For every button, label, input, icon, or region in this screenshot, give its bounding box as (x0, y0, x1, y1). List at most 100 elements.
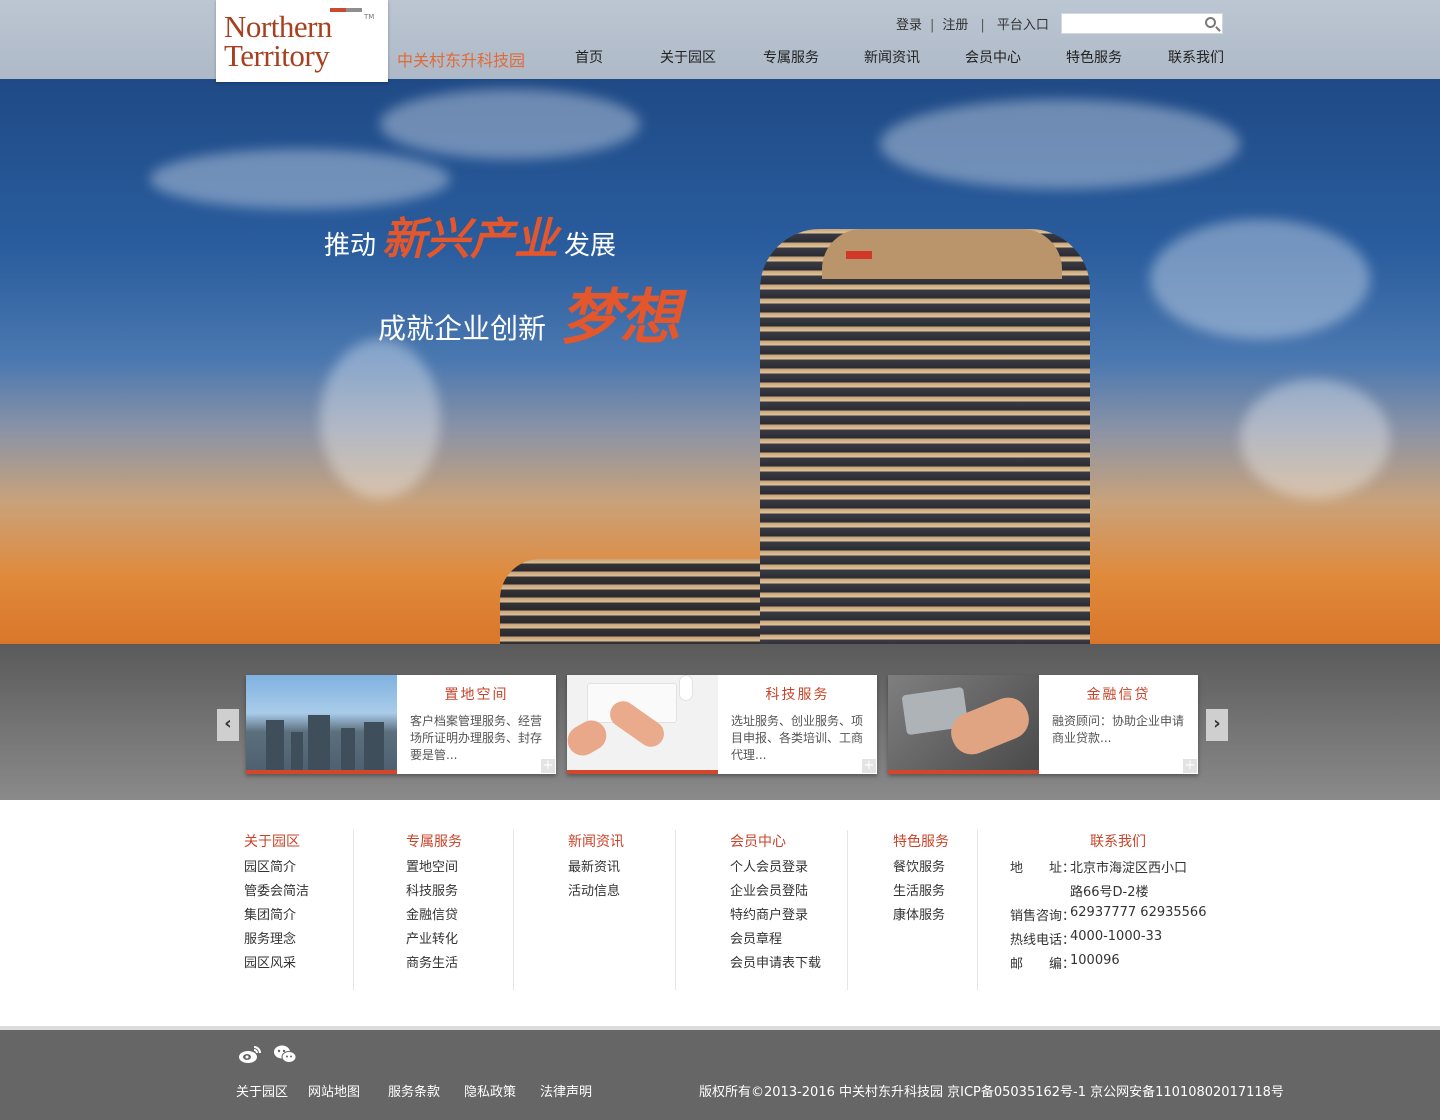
zip-label: 邮 编： (1010, 957, 1076, 972)
login-link[interactable]: 登录 (896, 14, 922, 33)
search-icon[interactable] (1205, 17, 1216, 28)
slogan-highlight: 梦想 (560, 283, 681, 353)
site-name: 中关村东升科技园 (397, 51, 526, 70)
footer-link[interactable]: 商务生活 (406, 952, 458, 971)
footer-link[interactable]: 产业转化 (406, 928, 458, 947)
footer-col-title[interactable]: 关于园区 (244, 831, 300, 851)
footer-col-title[interactable]: 新闻资讯 (568, 831, 624, 851)
building-shape (308, 715, 330, 770)
footer-link[interactable]: 个人会员登录 (730, 856, 808, 875)
card-description: 客户档案管理服务、经营场所证明办理服务、封存要是管... (410, 714, 543, 762)
search-input[interactable] (1061, 13, 1223, 34)
address-value: 北京市海淀区西小口 (1070, 861, 1188, 876)
footer-link[interactable]: 会员章程 (730, 928, 782, 947)
hotline-label: 热线电话： (1010, 933, 1076, 948)
nav-about[interactable]: 关于园区 (660, 47, 716, 67)
site-footer (0, 1030, 1440, 1120)
site-header: TM Northern Territory 中关村东升科技园 登录 | 注册 | 平台入… (0, 0, 1440, 82)
card-more-button[interactable]: + (1183, 759, 1197, 773)
logo-accent-gray (346, 8, 362, 12)
sales-value: 62937777 62935566 (1070, 905, 1207, 920)
nav-services[interactable]: 专属服务 (763, 47, 819, 67)
building-shape (266, 720, 284, 770)
divider (513, 830, 514, 990)
building-shape (364, 722, 384, 770)
building-shape (291, 732, 303, 770)
footer-bottom-link-terms[interactable]: 服务条款 (388, 1081, 440, 1100)
footer-link[interactable]: 会员申请表下载 (730, 952, 821, 971)
logo-tm: TM (364, 13, 375, 21)
keyboard-hands-image (562, 675, 718, 770)
mouse-shape (679, 675, 693, 701)
copyright-text: 版权所有©2013-2016 中关村东升科技园 京ICP备05035162号-1… (699, 1085, 1284, 1100)
slogan-text: 成就企业创新 (378, 312, 547, 345)
footer-link[interactable]: 最新资讯 (568, 856, 620, 875)
hero-banner[interactable]: 推动 新兴产业 发展 成就企业创新 梦想 (0, 79, 1440, 644)
footer-link[interactable]: 餐饮服务 (893, 856, 945, 875)
footer-link[interactable]: 管委会简洁 (244, 880, 309, 899)
footer-bottom-link-sitemap[interactable]: 网站地图 (308, 1081, 360, 1100)
weibo-icon[interactable] (238, 1044, 262, 1064)
footer-link[interactable]: 园区风采 (244, 952, 296, 971)
address-value: 路66号D-2楼 (1070, 885, 1149, 900)
footer-col-title[interactable]: 特色服务 (893, 831, 949, 851)
card-accent-bar (567, 770, 718, 774)
nav-home[interactable]: 首页 (575, 47, 603, 67)
footer-col-title[interactable]: 专属服务 (406, 831, 462, 851)
nav-member[interactable]: 会员中心 (965, 47, 1021, 67)
cloud-shape (880, 99, 1240, 189)
card-accent-bar (888, 770, 1039, 774)
card-title[interactable]: 置地空间 (397, 684, 556, 704)
divider: | (980, 18, 985, 33)
footer-link[interactable]: 特约商户登录 (730, 904, 808, 923)
building-sign (846, 251, 872, 259)
divider (353, 830, 354, 990)
logo[interactable]: TM Northern Territory (216, 0, 388, 82)
footer-link[interactable]: 康体服务 (893, 904, 945, 923)
footer-link[interactable]: 生活服务 (893, 880, 945, 899)
zip-value: 100096 (1070, 953, 1120, 968)
platform-link[interactable]: 平台入口 (997, 14, 1049, 33)
footer-link[interactable]: 置地空间 (406, 856, 458, 875)
footer-link[interactable]: 活动信息 (568, 880, 620, 899)
card-description: 融资顾问：协助企业申请商业贷款... (1052, 714, 1185, 745)
footer-link[interactable]: 服务理念 (244, 928, 296, 947)
sales-label: 销售咨询： (1010, 909, 1076, 924)
footer-link[interactable]: 金融信贷 (406, 904, 458, 923)
footer-link[interactable]: 园区简介 (244, 856, 296, 875)
divider (977, 830, 978, 990)
footer-col-title[interactable]: 会员中心 (730, 831, 786, 851)
footer-bottom-link-privacy[interactable]: 隐私政策 (464, 1081, 516, 1100)
service-card-finance[interactable]: 金融信贷 融资顾问：协助企业申请商业贷款... + (888, 675, 1198, 774)
card-more-button[interactable]: + (862, 759, 876, 773)
carousel-next-button[interactable]: › (1206, 709, 1228, 741)
register-link[interactable]: 注册 (942, 14, 968, 33)
nav-contact[interactable]: 联系我们 (1168, 47, 1224, 67)
banner-slogan-line1: 推动 新兴产业 发展 (324, 203, 616, 267)
footer-col-title[interactable]: 联系我们 (1090, 831, 1146, 851)
city-skyline-image (246, 675, 397, 770)
wechat-icon[interactable] (273, 1044, 297, 1064)
card-description: 选址服务、创业服务、项目申报、各类培训、工商代理... (731, 714, 864, 762)
nav-special[interactable]: 特色服务 (1066, 47, 1122, 67)
divider (847, 830, 848, 990)
card-title[interactable]: 科技服务 (718, 684, 877, 704)
nav-news[interactable]: 新闻资讯 (864, 47, 920, 67)
cloud-shape (1150, 219, 1370, 339)
cloud-shape (1240, 379, 1390, 499)
carousel-prev-button[interactable]: ‹ (217, 709, 239, 741)
service-card-tech[interactable]: 科技服务 选址服务、创业服务、项目申报、各类培训、工商代理... + (562, 675, 877, 774)
footer-link[interactable]: 企业会员登陆 (730, 880, 808, 899)
footer-link[interactable]: 科技服务 (406, 880, 458, 899)
card-more-button[interactable]: + (541, 759, 555, 773)
slogan-text: 推动 (324, 231, 377, 261)
footer-link[interactable]: 集团简介 (244, 904, 296, 923)
slogan-text: 发展 (564, 231, 617, 261)
footer-bottom-link-about[interactable]: 关于园区 (236, 1081, 288, 1100)
footer-bottom-link-legal[interactable]: 法律声明 (540, 1081, 592, 1100)
card-title[interactable]: 金融信贷 (1039, 684, 1198, 704)
service-card-land[interactable]: 置地空间 客户档案管理服务、经营场所证明办理服务、封存要是管... + (246, 675, 556, 774)
card-accent-bar (246, 770, 397, 774)
top-links: 登录 | 注册 | 平台入口 (896, 14, 1049, 33)
divider: | (930, 18, 935, 33)
